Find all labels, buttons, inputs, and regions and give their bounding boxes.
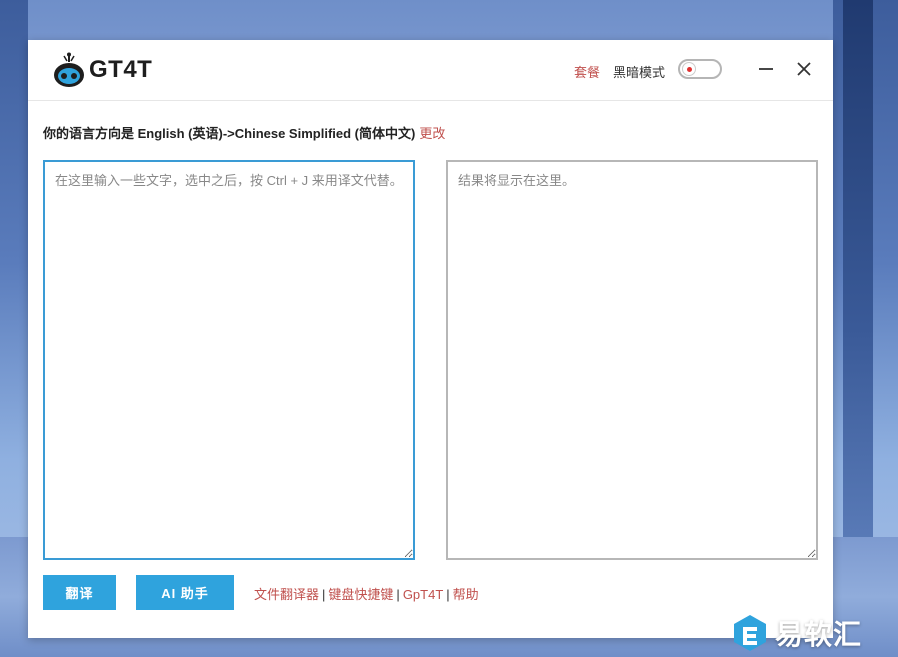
keyboard-shortcuts-link[interactable]: 键盘快捷键	[328, 587, 393, 602]
link-separator: |	[322, 587, 326, 602]
watermark-logo-icon	[734, 615, 766, 651]
toggle-knob	[682, 62, 696, 76]
title-bar: GT4T 套餐 黑暗模式	[28, 40, 833, 101]
link-separator: |	[396, 587, 400, 602]
language-direction: 你的语言方向是 English (英语)->Chinese Simplified…	[43, 123, 445, 142]
close-icon[interactable]	[793, 58, 815, 80]
change-language-link[interactable]: 更改	[419, 126, 445, 141]
gpt4t-link[interactable]: GpT4T	[403, 587, 443, 602]
language-direction-text: 你的语言方向是 English (英语)->Chinese Simplified…	[43, 126, 416, 141]
watermark: 易软汇	[731, 612, 862, 654]
source-text-input[interactable]	[43, 160, 415, 560]
link-separator: |	[446, 587, 450, 602]
robot-logo-icon	[54, 52, 84, 87]
help-link[interactable]: 帮助	[453, 587, 479, 602]
dark-mode-label: 黑暗模式	[613, 65, 666, 80]
ai-assistant-button[interactable]: AI 助手	[136, 575, 234, 610]
app-logo: GT4T	[52, 50, 152, 90]
file-translator-link[interactable]: 文件翻译器	[254, 587, 319, 602]
minimize-icon[interactable]	[755, 58, 777, 80]
app-window: GT4T 套餐 黑暗模式 你的语言方向是 English (英语)->Chine…	[28, 40, 833, 638]
dark-mode-toggle[interactable]	[678, 59, 722, 79]
logo-text: GT4T	[89, 56, 153, 83]
footer-links: 文件翻译器 | 键盘快捷键 | GpT4T | 帮助	[254, 584, 479, 603]
translate-button[interactable]: 翻译	[43, 575, 116, 610]
watermark-text: 易软汇	[775, 619, 863, 650]
plan-link[interactable]: 套餐	[574, 62, 600, 81]
result-text-output[interactable]	[446, 160, 818, 560]
